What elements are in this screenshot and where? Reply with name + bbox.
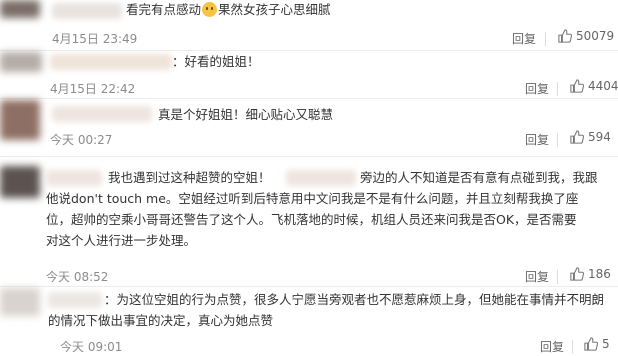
divider bbox=[557, 133, 558, 147]
comment-text: 对这个人进行进一步处理。 bbox=[46, 233, 197, 248]
comment-text: 位，超帅的空乘小哥哥还警告了这个人。飞机落地的时候，机组人员还来问我是否OK，是… bbox=[46, 212, 577, 227]
thumbs-up-icon bbox=[570, 267, 584, 281]
thumbs-up-icon bbox=[558, 29, 572, 43]
sad-face-emoji-icon bbox=[202, 2, 218, 17]
comment-text: 我也遇到过这种超赞的空姐！ bbox=[108, 170, 271, 185]
divider bbox=[572, 340, 573, 354]
like-count: 5 bbox=[602, 337, 610, 351]
reply-button[interactable]: 回复 bbox=[512, 30, 536, 47]
like-button[interactable]: 4404 bbox=[570, 79, 618, 93]
thumbs-up-icon bbox=[570, 79, 584, 93]
comment-item: 看完有点感动 果然女孩子心思细腻 4月15日 23:49 回复 50079 bbox=[0, 0, 618, 48]
comment-time: 今天 08:52 bbox=[46, 270, 109, 284]
comment-time: 今天 00:27 bbox=[50, 133, 113, 147]
comment-text: ：为这位空姐的行为点赞，很多人宁愿当旁观者也不愿惹麻烦上身，但她能在事情并不明朗 bbox=[104, 292, 605, 307]
divider bbox=[557, 82, 558, 96]
divider bbox=[545, 32, 546, 46]
comment-text: 旁边的人不知道是否有意有点碰到我，我跟 bbox=[360, 170, 598, 185]
like-count: 50079 bbox=[576, 29, 615, 43]
thumbs-up-icon bbox=[584, 337, 598, 351]
comment-item: 真是个好姐姐！细心贴心又聪慧 今天 00:27 回复 594 bbox=[0, 100, 618, 150]
comment-item: ：好看的姐姐！ 4月15日 22:42 回复 4404 bbox=[0, 52, 618, 98]
mention-name[interactable] bbox=[286, 170, 356, 186]
avatar[interactable] bbox=[0, 52, 42, 72]
username[interactable] bbox=[46, 170, 102, 186]
comment-text: ：好看的姐姐！ bbox=[172, 54, 260, 69]
like-button[interactable]: 594 bbox=[570, 130, 611, 144]
comment-item: ：为这位空姐的行为点赞，很多人宁愿当旁观者也不愿惹麻烦上身，但她能在事情并不明朗… bbox=[0, 288, 618, 356]
avatar[interactable] bbox=[0, 100, 40, 140]
avatar[interactable] bbox=[0, 0, 40, 18]
reply-button[interactable]: 回复 bbox=[525, 131, 549, 148]
username[interactable] bbox=[48, 292, 102, 308]
divider bbox=[0, 98, 618, 99]
divider bbox=[0, 286, 618, 287]
like-count: 4404 bbox=[588, 79, 618, 93]
reply-button[interactable]: 回复 bbox=[525, 80, 549, 97]
like-button[interactable]: 50079 bbox=[558, 29, 614, 43]
comment-time: 4月15日 22:42 bbox=[50, 82, 136, 96]
avatar[interactable] bbox=[0, 166, 40, 198]
comment-text: 真是个好姐姐！细心贴心又聪慧 bbox=[158, 107, 334, 122]
username[interactable] bbox=[52, 3, 122, 19]
divider bbox=[0, 50, 618, 51]
comment-time: 今天 09:01 bbox=[60, 340, 123, 354]
username[interactable] bbox=[52, 106, 152, 122]
reply-button[interactable]: 回复 bbox=[540, 338, 564, 355]
comment-text: 的情况下做出事宜的决定，真心为她点赞 bbox=[48, 313, 274, 328]
divider bbox=[0, 156, 618, 157]
divider bbox=[557, 270, 558, 284]
like-button[interactable]: 186 bbox=[570, 267, 611, 281]
like-count: 186 bbox=[588, 267, 611, 281]
comment-item: 我也遇到过这种超赞的空姐！ 旁边的人不知道是否有意有点碰到我，我跟 他说don'… bbox=[0, 160, 618, 286]
comment-text: 他说don't touch me。空姐经过听到后特意用中文问我是不是有什么问题，… bbox=[46, 191, 579, 206]
avatar[interactable] bbox=[0, 288, 40, 316]
comment-text: 看完有点感动 果然女孩子心思细腻 bbox=[126, 2, 331, 17]
reply-button[interactable]: 回复 bbox=[525, 268, 549, 285]
like-button[interactable]: 5 bbox=[584, 337, 610, 351]
comment-time: 4月15日 23:49 bbox=[52, 32, 138, 46]
username[interactable] bbox=[50, 54, 172, 70]
thumbs-up-icon bbox=[570, 130, 584, 144]
like-count: 594 bbox=[588, 130, 611, 144]
